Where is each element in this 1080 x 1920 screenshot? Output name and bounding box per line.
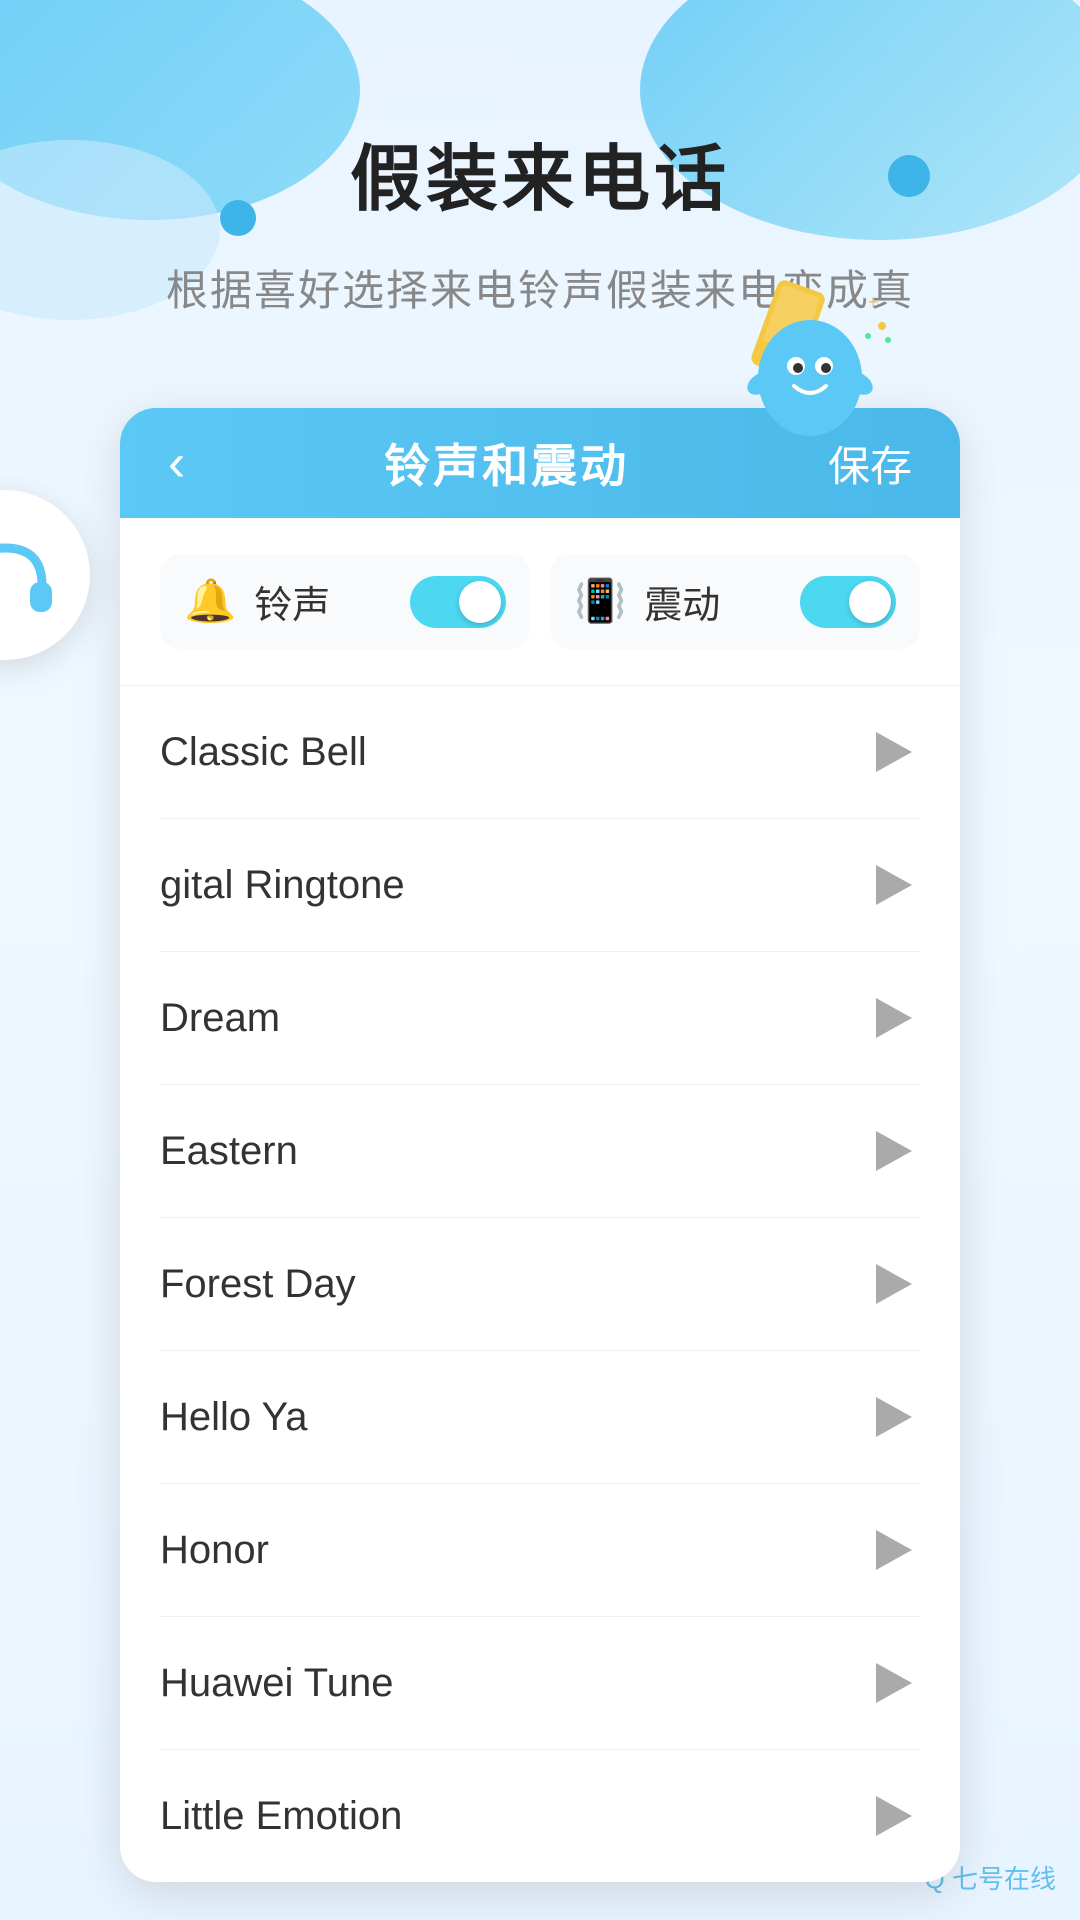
ringtone-item[interactable]: Forest Day (160, 1218, 920, 1351)
main-card: + ‹ 铃声和震动 保存 🔔 铃声 📳 震动 (120, 408, 960, 1882)
play-button[interactable] (868, 1258, 920, 1310)
play-button[interactable] (868, 1391, 920, 1443)
mascot: + (720, 268, 920, 448)
ringtone-name: Huawei Tune (160, 1661, 393, 1706)
play-button[interactable] (868, 1524, 920, 1576)
vibration-toggle-label: 震动 (644, 574, 782, 629)
ringtone-name: Dream (160, 996, 280, 1041)
play-icon (876, 1663, 912, 1703)
play-icon (876, 1397, 912, 1437)
play-icon (876, 998, 912, 1038)
ringtone-list: Classic Bell gital Ringtone Dream Eastern Fo… (120, 686, 960, 1882)
ringtone-toggle-switch[interactable] (410, 576, 506, 628)
ringtone-name: Classic Bell (160, 730, 367, 775)
vibration-toggle-item: 📳 震动 (550, 554, 920, 649)
page-title: 假装来电话 (350, 120, 730, 225)
ringtone-toggle-label: 铃声 (254, 574, 392, 629)
back-button[interactable]: ‹ (168, 437, 185, 489)
ringtone-item[interactable]: Eastern (160, 1085, 920, 1218)
ringtone-toggle-item: 🔔 铃声 (160, 554, 530, 649)
ringtone-name: Forest Day (160, 1262, 356, 1307)
ringtone-item[interactable]: Huawei Tune (160, 1617, 920, 1750)
ringtone-name: Hello Ya (160, 1395, 308, 1440)
play-button[interactable] (868, 1125, 920, 1177)
bell-icon: 🔔 (184, 577, 236, 626)
ringtone-item[interactable]: Little Emotion (160, 1750, 920, 1882)
svg-text:+: + (868, 292, 879, 312)
page-content: 假装来电话 根据喜好选择来电铃声假装来电变成真 (0, 0, 1080, 1882)
play-button[interactable] (868, 726, 920, 778)
ringtone-item[interactable]: Dream (160, 952, 920, 1085)
ringtone-item[interactable]: gital Ringtone (160, 819, 920, 952)
ringtone-name: gital Ringtone (160, 863, 405, 908)
play-button[interactable] (868, 992, 920, 1044)
play-button[interactable] (868, 859, 920, 911)
play-icon (876, 1264, 912, 1304)
play-icon (876, 1131, 912, 1171)
play-icon (876, 1530, 912, 1570)
header-title: 铃声和震动 (384, 430, 629, 496)
ringtone-item[interactable]: Hello Ya (160, 1351, 920, 1484)
play-icon (876, 1796, 912, 1836)
toggle-row: 🔔 铃声 📳 震动 (120, 518, 960, 686)
play-button[interactable] (868, 1790, 920, 1842)
ringtone-name: Little Emotion (160, 1794, 402, 1839)
ringtone-item[interactable]: Honor (160, 1484, 920, 1617)
ringtone-item[interactable]: Classic Bell (160, 686, 920, 819)
play-icon (876, 865, 912, 905)
ringtone-name: Honor (160, 1528, 269, 1573)
play-button[interactable] (868, 1657, 920, 1709)
play-icon (876, 732, 912, 772)
headphones-badge (0, 490, 90, 660)
vibration-icon: 📳 (574, 577, 626, 626)
ringtone-name: Eastern (160, 1129, 298, 1174)
vibration-toggle-switch[interactable] (800, 576, 896, 628)
